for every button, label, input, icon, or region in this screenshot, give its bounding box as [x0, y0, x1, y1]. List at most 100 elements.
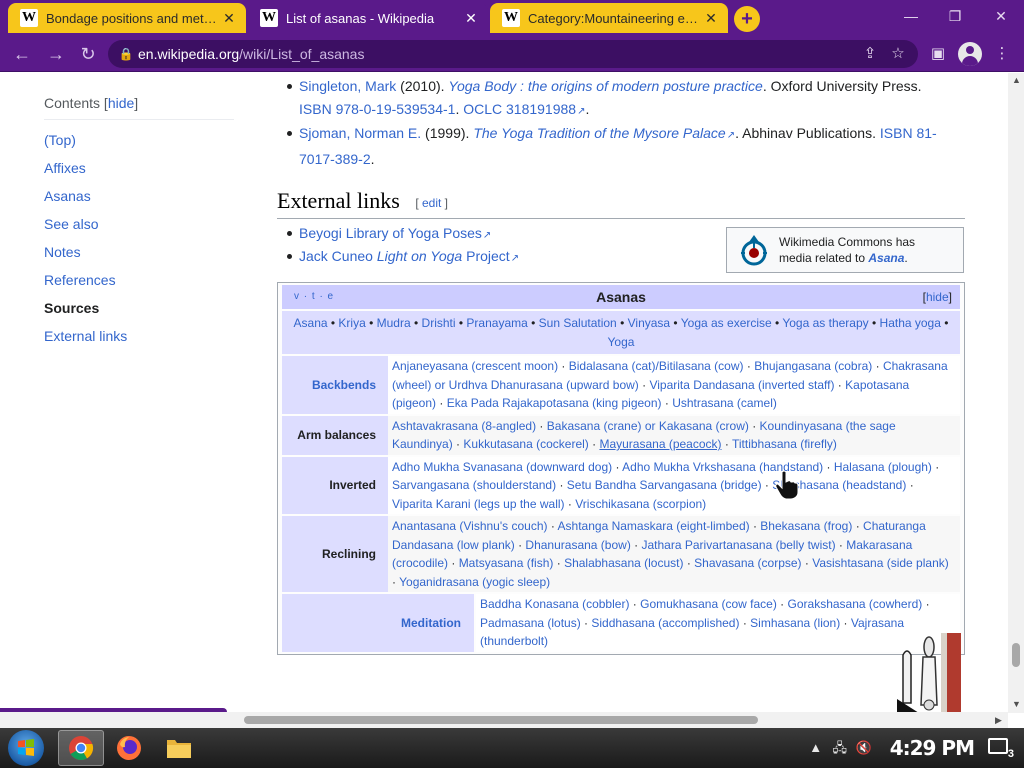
address-bar[interactable]: 🔒 en.wikipedia.org/wiki/List_of_asanas ⇪…: [108, 40, 918, 68]
asana-link-shavasana[interactable]: Shavasana (corpse): [694, 556, 801, 570]
asana-link-siddhasana[interactable]: Siddhasana (accomplished): [591, 616, 739, 630]
book-title-link[interactable]: The Yoga Tradition of the Mysore Palace: [473, 125, 725, 141]
vertical-scroll-thumb[interactable]: [1012, 643, 1020, 667]
author-link[interactable]: Singleton, Mark: [299, 78, 396, 94]
toc-item-sources[interactable]: Sources: [44, 294, 234, 322]
asana-link-simhasana[interactable]: Simhasana (lion): [750, 616, 840, 630]
toc-item-references[interactable]: References: [44, 266, 234, 294]
close-tab-icon[interactable]: ✕: [220, 10, 238, 27]
navbox-link-yoga[interactable]: Yoga: [608, 335, 635, 349]
network-icon[interactable]: 🖧: [830, 738, 850, 758]
forward-arrow-icon[interactable]: →: [44, 42, 68, 66]
horizontal-scrollbar[interactable]: ▶: [0, 712, 1008, 728]
asana-link-eka-pada-rajakapotasana[interactable]: Eka Pada Rajakapotasana (king pigeon): [447, 396, 662, 410]
restore-icon[interactable]: ❐: [940, 4, 970, 28]
asana-link-halasana[interactable]: Halasana (plough): [834, 460, 932, 474]
asana-link-padmasana[interactable]: Padmasana (lotus): [480, 616, 581, 630]
show-hidden-icons-icon[interactable]: ▲: [806, 738, 826, 758]
taskbar-file-explorer[interactable]: [156, 730, 202, 766]
close-tab-icon[interactable]: ✕: [462, 10, 480, 27]
asana-link-dhanurasana[interactable]: Dhanurasana (bow): [525, 538, 630, 552]
asana-link-anantasana[interactable]: Anantasana (Vishnu's couch): [392, 519, 548, 533]
book-title-link[interactable]: Yoga Body : the origins of modern postur…: [448, 78, 762, 94]
asana-link-bhujangasana[interactable]: Bhujangasana (cobra): [754, 359, 872, 373]
asana-link-ashtanga-namaskara[interactable]: Ashtanga Namaskara (eight-limbed): [558, 519, 750, 533]
jack-cuneo-link[interactable]: Jack Cuneo Light on Yoga Project: [299, 248, 510, 264]
scroll-up-icon[interactable]: ▲: [1012, 75, 1021, 85]
minimize-icon[interactable]: —: [896, 4, 926, 28]
navbox-link-hatha-yoga[interactable]: Hatha yoga: [880, 316, 941, 330]
taskbar-firefox[interactable]: [106, 730, 152, 766]
horizontal-scroll-thumb[interactable]: [244, 716, 758, 724]
side-panel-icon[interactable]: ▣: [926, 42, 950, 66]
share-icon[interactable]: ⇪: [858, 44, 882, 64]
toc-item-external-links[interactable]: External links: [44, 322, 234, 350]
asana-link-matsyasana[interactable]: Matsyasana (fish): [459, 556, 554, 570]
asana-link-anjaneyasana[interactable]: Anjaneyasana (crescent moon): [392, 359, 558, 373]
toc-item-asanas[interactable]: Asanas: [44, 182, 234, 210]
commons-asana-link[interactable]: Asana: [868, 251, 904, 265]
edit-link[interactable]: edit: [422, 196, 441, 210]
vertical-scrollbar[interactable]: ▲ ▼: [1008, 73, 1024, 713]
asana-link-bhekasana[interactable]: Bhekasana (frog): [760, 519, 852, 533]
toc-item-affixes[interactable]: Affixes: [44, 154, 234, 182]
notification-center-icon[interactable]: 3: [988, 736, 1014, 760]
asana-link-vasishtasana[interactable]: Vasishtasana (side plank): [812, 556, 949, 570]
navbox-link-yoga-as-exercise[interactable]: Yoga as exercise: [681, 316, 772, 330]
asana-link-baddha-konasana[interactable]: Baddha Konasana (cobbler): [480, 597, 629, 611]
tab-bondage-positions[interactable]: W Bondage positions and methods ✕: [8, 3, 246, 33]
author-link[interactable]: Sjoman, Norman E.: [299, 125, 421, 141]
toc-hide-link[interactable]: hide: [108, 95, 134, 111]
taskbar-chrome[interactable]: [58, 730, 104, 766]
navbox-hide-link[interactable]: hide: [926, 290, 949, 304]
url-text[interactable]: en.wikipedia.org/wiki/List_of_asanas: [138, 46, 364, 62]
asana-link-bidalasana[interactable]: Bidalasana (cat)/Bitilasana (cow): [569, 359, 744, 373]
vte-links[interactable]: v · t · e: [294, 285, 334, 309]
lock-icon[interactable]: 🔒: [114, 47, 138, 61]
reload-icon[interactable]: ↻: [76, 42, 100, 66]
toc-item-see-also[interactable]: See also: [44, 210, 234, 238]
asana-link-bakasana[interactable]: Bakasana (crane) or Kakasana (crow): [547, 419, 749, 433]
asana-link-ashtavakrasana[interactable]: Ashtavakrasana (8-angled): [392, 419, 536, 433]
asana-link-mayurasana[interactable]: Mayurasana (peacock): [599, 437, 721, 451]
bookmark-star-icon[interactable]: ☆: [886, 44, 910, 64]
isbn-link[interactable]: ISBN 978-0-19-539534-1: [299, 101, 455, 117]
navbox-link-drishti[interactable]: Drishti: [422, 316, 456, 330]
asana-link-gorakshasana[interactable]: Gorakshasana (cowherd): [788, 597, 923, 611]
navbox-link-pranayama[interactable]: Pranayama: [466, 316, 527, 330]
toc-item-notes[interactable]: Notes: [44, 238, 234, 266]
taskbar-clock[interactable]: 4:29 PM: [890, 736, 975, 760]
back-arrow-icon[interactable]: ←: [10, 42, 34, 66]
windows-start-button[interactable]: [8, 730, 44, 766]
asana-link-ushtrasana[interactable]: Ushtrasana (camel): [672, 396, 777, 410]
navbox-link-kriya[interactable]: Kriya: [338, 316, 365, 330]
asana-link-gomukhasana[interactable]: Gomukhasana (cow face): [640, 597, 777, 611]
scroll-right-icon[interactable]: ▶: [995, 715, 1002, 726]
navbox-link-mudra[interactable]: Mudra: [377, 316, 411, 330]
tab-mountaineering-equipment[interactable]: W Category:Mountaineering equipment ✕: [490, 3, 728, 33]
asana-link-adho-mukha-svanasana[interactable]: Adho Mukha Svanasana (downward dog): [392, 460, 612, 474]
beyogi-link[interactable]: Beyogi Library of Yoga Poses: [299, 225, 482, 241]
close-tab-icon[interactable]: ✕: [702, 10, 720, 27]
profile-avatar[interactable]: [958, 42, 982, 66]
close-window-icon[interactable]: ✕: [986, 4, 1016, 28]
asana-link-viparita-dandasana[interactable]: Viparita Dandasana (inverted staff): [649, 378, 834, 392]
new-tab-button[interactable]: +: [734, 6, 760, 32]
asana-link-sarvangasana[interactable]: Sarvangasana (shoulderstand): [392, 478, 556, 492]
asana-link-yoganidrasana[interactable]: Yoganidrasana (yogic sleep): [399, 575, 550, 589]
oclc-link[interactable]: OCLC 318191988: [463, 101, 576, 117]
asana-link-tittibhasana[interactable]: Tittibhasana (firefly): [732, 437, 837, 451]
asana-link-setu-bandha-sarvangasana[interactable]: Setu Bandha Sarvangasana (bridge): [567, 478, 762, 492]
navbox-link-vinyasa[interactable]: Vinyasa: [628, 316, 670, 330]
toc-item-top[interactable]: (Top): [44, 126, 234, 154]
asana-link-jathara-parivartanasana[interactable]: Jathara Parivartanasana (belly twist): [642, 538, 836, 552]
navbox-group-backbends[interactable]: Backbends: [282, 356, 388, 414]
navbox-link-yoga-as-therapy[interactable]: Yoga as therapy: [782, 316, 868, 330]
more-menu-icon[interactable]: ⋮: [990, 42, 1014, 66]
asana-link-viparita-karani[interactable]: Viparita Karani (legs up the wall): [392, 497, 565, 511]
volume-muted-icon[interactable]: 🔇: [854, 738, 874, 758]
asana-link-shalabhasana[interactable]: Shalabhasana (locust): [564, 556, 683, 570]
scroll-down-icon[interactable]: ▼: [1012, 699, 1021, 709]
navbox-subgroup-meditation[interactable]: Meditation: [388, 594, 474, 652]
asana-link-vrischikasana[interactable]: Vrischikasana (scorpion): [575, 497, 706, 511]
